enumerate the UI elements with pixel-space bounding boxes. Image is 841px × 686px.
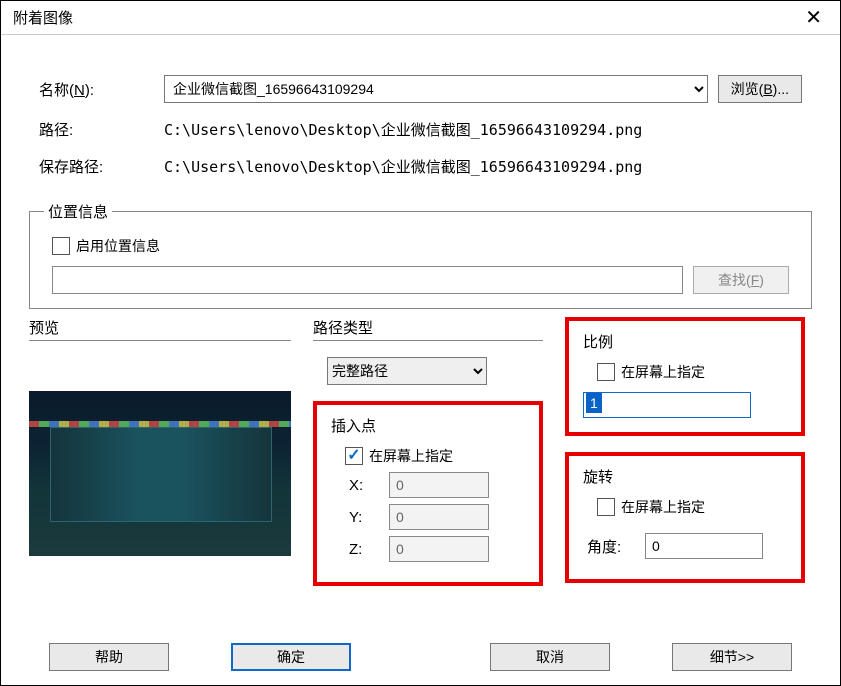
right-column: 比例 在屏幕上指定 1 旋转 在屏幕上指定 xyxy=(565,317,805,583)
footer: 帮助 确定 取消 细节>> xyxy=(1,643,840,671)
browse-button[interactable]: 浏览(B)... xyxy=(718,75,802,103)
titlebar: 附着图像 ✕ xyxy=(1,1,840,35)
preview-column: 预览 xyxy=(29,317,291,556)
x-input[interactable] xyxy=(389,472,489,498)
attach-image-dialog: 附着图像 ✕ 名称(N): 企业微信截图_16596643109294 浏览(B… xyxy=(0,0,841,686)
preview-image xyxy=(29,391,291,556)
insert-onscreen-label: 在屏幕上指定 xyxy=(369,446,453,466)
preview-header: 预览 xyxy=(29,317,291,341)
scale-onscreen-checkbox[interactable] xyxy=(597,363,615,381)
rotate-onscreen-label: 在屏幕上指定 xyxy=(621,497,705,517)
insert-onscreen-checkbox[interactable] xyxy=(345,447,363,465)
pathtype-header: 路径类型 xyxy=(313,317,543,341)
scale-header: 比例 xyxy=(583,331,787,352)
angle-input[interactable] xyxy=(645,533,763,559)
rotate-box: 旋转 在屏幕上指定 角度: xyxy=(565,452,805,583)
scale-input[interactable]: 1 xyxy=(583,392,751,418)
location-legend: 位置信息 xyxy=(44,201,112,222)
angle-label: 角度: xyxy=(587,536,645,557)
x-label: X: xyxy=(349,477,389,494)
name-select[interactable]: 企业微信截图_16596643109294 xyxy=(164,75,708,103)
savepath-value: C:\Users\lenovo\Desktop\企业微信截图_165966431… xyxy=(164,156,802,177)
mid-section: 预览 路径类型 完整路径 插入点 在屏幕上指定 X: xyxy=(29,317,812,586)
savepath-label: 保存路径: xyxy=(39,156,154,177)
enable-location-label: 启用位置信息 xyxy=(76,236,160,256)
rotate-header: 旋转 xyxy=(583,466,787,487)
cancel-button[interactable]: 取消 xyxy=(490,643,610,671)
y-label: Y: xyxy=(349,509,389,526)
path-value: C:\Users\lenovo\Desktop\企业微信截图_165966431… xyxy=(164,119,802,140)
rotate-onscreen-checkbox[interactable] xyxy=(597,498,615,516)
name-label: 名称(N): xyxy=(39,79,154,100)
dialog-title: 附着图像 xyxy=(13,7,73,28)
location-fieldset: 位置信息 启用位置信息 查找(F) xyxy=(29,201,812,309)
help-button[interactable]: 帮助 xyxy=(49,643,169,671)
scale-onscreen-label: 在屏幕上指定 xyxy=(621,362,705,382)
scale-box: 比例 在屏幕上指定 1 xyxy=(565,317,805,436)
rotate-onscreen-row[interactable]: 在屏幕上指定 xyxy=(597,497,787,517)
detail-button[interactable]: 细节>> xyxy=(672,643,792,671)
scale-onscreen-row[interactable]: 在屏幕上指定 xyxy=(597,362,787,382)
pathtype-select[interactable]: 完整路径 xyxy=(327,357,487,385)
z-label: Z: xyxy=(349,541,389,558)
y-input[interactable] xyxy=(389,504,489,530)
insert-point-box: 插入点 在屏幕上指定 X: Y: Z: xyxy=(313,401,543,586)
insert-onscreen-row[interactable]: 在屏幕上指定 xyxy=(345,446,525,466)
insert-point-header: 插入点 xyxy=(331,415,525,436)
z-input[interactable] xyxy=(389,536,489,562)
middle-column: 路径类型 完整路径 插入点 在屏幕上指定 X: Y: xyxy=(313,317,543,586)
ok-button[interactable]: 确定 xyxy=(231,643,351,671)
dialog-content: 名称(N): 企业微信截图_16596643109294 浏览(B)... 路径… xyxy=(1,35,840,586)
path-label: 路径: xyxy=(39,119,154,140)
enable-location-checkbox-row[interactable]: 启用位置信息 xyxy=(52,236,789,256)
close-icon[interactable]: ✕ xyxy=(799,5,828,30)
location-input[interactable] xyxy=(52,266,683,294)
enable-location-checkbox[interactable] xyxy=(52,237,70,255)
top-section: 名称(N): 企业微信截图_16596643109294 浏览(B)... 路径… xyxy=(29,55,812,195)
find-button: 查找(F) xyxy=(693,266,789,294)
